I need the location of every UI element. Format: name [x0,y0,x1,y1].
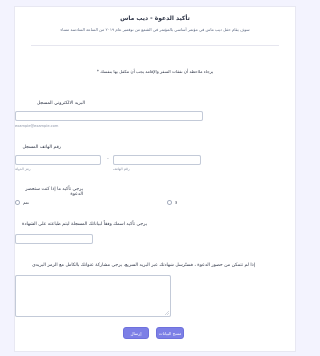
resize-handle-icon[interactable] [164,310,169,315]
address-label: إذا لم تتمكن من حضور الدعوة ، فستُرسل شه… [32,263,255,268]
phone-number-input[interactable] [113,155,201,165]
phone-separator: - [107,156,109,162]
certificate-name-field[interactable] [15,234,93,244]
divider [31,45,279,46]
form-title: تأكيد الدعوة - ديب ماس [120,15,190,22]
attend-no-option[interactable]: لا [167,200,177,205]
submit-button[interactable]: إرسال [123,327,149,339]
email-hint: example@example.com [15,124,59,128]
email-field[interactable] [15,111,203,121]
attend-yes-option[interactable]: نعم [15,200,29,205]
radio-no[interactable] [167,200,172,205]
radio-yes[interactable] [15,200,20,205]
area-code-input[interactable] [15,155,101,165]
address-textarea[interactable] [15,275,171,317]
travel-note: * يرجاء ملاحظة أن نفقات السفر والإقامة ي… [96,69,214,74]
attend-no-label: لا [175,200,178,205]
area-code-hint: رمز الدولة [15,167,31,171]
clear-button[interactable]: مسح البيانات [156,327,184,339]
certificate-name-label: يرجى تأكيد اسمك وفقاً لبياناتك المسجلة ل… [22,222,147,227]
attend-yes-label: نعم [23,200,29,205]
email-label: البريد الالكتروني المسجل [36,101,85,106]
form-card: تأكيد الدعوة - ديب ماس سوف يقام حفل ديب … [14,6,296,352]
phone-label: رقم الهاتف المسجل [22,145,62,150]
phone-number-hint: رقم الهاتف [113,167,130,171]
form-subtitle: سوف يقام حفل ديب ماس في مؤتمر أساسي بالم… [60,27,250,32]
attend-label: يرجى تأكيد ما إذا كنت ستحضر الدعوة [25,187,83,197]
